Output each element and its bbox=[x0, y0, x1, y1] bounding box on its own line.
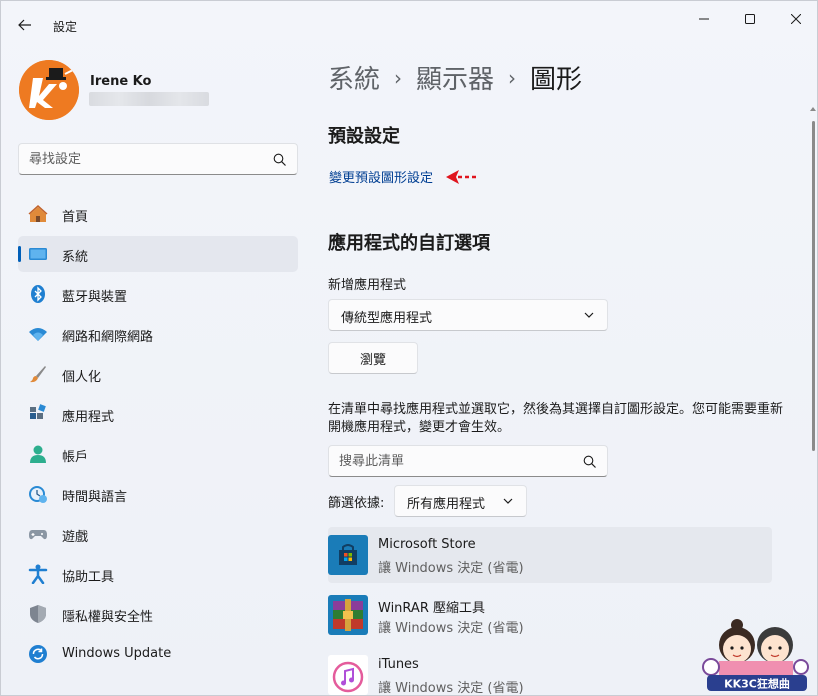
app-graphics-setting: 讓 Windows 決定 (省電) bbox=[378, 681, 524, 696]
brush-icon bbox=[28, 364, 48, 384]
sidebar-item-label: 帳戶 bbox=[62, 450, 89, 465]
bluetooth-icon bbox=[28, 284, 48, 304]
sidebar-item-label: 時間與語言 bbox=[62, 490, 128, 505]
sidebar-item-time-language[interactable]: 時間與語言 bbox=[18, 476, 298, 512]
sidebar-item-gaming[interactable]: 遊戲 bbox=[18, 516, 298, 552]
chevron-down-icon bbox=[584, 312, 594, 318]
scroll-up-icon[interactable] bbox=[809, 105, 817, 113]
default-settings-heading: 預設設定 bbox=[328, 126, 400, 147]
sidebar-item-accessibility[interactable]: 協助工具 bbox=[18, 556, 298, 592]
home-icon bbox=[28, 204, 48, 224]
annotation-arrow-icon bbox=[446, 170, 476, 184]
sidebar-item-accounts[interactable]: 帳戶 bbox=[18, 436, 298, 472]
list-item[interactable]: Microsoft Store 讓 Windows 決定 (省電) bbox=[328, 527, 772, 583]
sidebar-item-personalization[interactable]: 個人化 bbox=[18, 356, 298, 392]
scrollbar-thumb[interactable] bbox=[812, 121, 815, 451]
maximize-icon bbox=[745, 14, 755, 24]
shield-icon bbox=[28, 604, 48, 624]
accessibility-icon bbox=[28, 564, 48, 584]
sidebar-nav: 首頁 系統 藍牙與裝置 網路和網際網路 個人化 應用程式 帳戶 時間與語言 遊戲… bbox=[18, 196, 298, 676]
sidebar-item-label: 協助工具 bbox=[62, 570, 115, 585]
sidebar-item-label: 首頁 bbox=[62, 210, 89, 225]
apps-icon bbox=[28, 404, 48, 424]
filter-label: 篩選依據: bbox=[328, 496, 385, 511]
clock-globe-icon bbox=[28, 484, 48, 504]
itunes-icon bbox=[328, 655, 368, 695]
app-type-dropdown[interactable]: 傳統型應用程式 bbox=[328, 299, 608, 331]
app-name: Microsoft Store bbox=[378, 537, 476, 552]
list-search-box[interactable] bbox=[328, 445, 608, 477]
browse-button[interactable]: 瀏覽 bbox=[328, 342, 418, 374]
sidebar-item-label: 網路和網際網路 bbox=[62, 330, 154, 345]
search-icon bbox=[583, 455, 596, 468]
page-title: 圖形 bbox=[530, 65, 583, 95]
back-arrow-icon bbox=[18, 19, 31, 31]
settings-search-box[interactable] bbox=[18, 143, 298, 175]
filter-dropdown[interactable]: 所有應用程式 bbox=[394, 485, 527, 517]
settings-window: 設定 Irene Ko 尋找設定 首頁 系統 藍牙與裝置 網路和網際網路 個人化… bbox=[0, 0, 818, 696]
change-default-graphics-link[interactable]: 變更預設圖形設定 bbox=[329, 167, 433, 186]
user-profile[interactable]: Irene Ko bbox=[19, 58, 299, 122]
avatar bbox=[19, 60, 79, 120]
sidebar-item-label: Windows Update bbox=[62, 646, 172, 661]
app-name: WinRAR 壓縮工具 bbox=[378, 601, 485, 616]
sidebar-item-label: 藍牙與裝置 bbox=[62, 290, 128, 305]
sidebar-item-label: 遊戲 bbox=[62, 530, 89, 545]
app-type-value: 傳統型應用程式 bbox=[341, 311, 433, 326]
sidebar-item-apps[interactable]: 應用程式 bbox=[18, 396, 298, 432]
system-icon bbox=[28, 244, 48, 264]
minimize-icon bbox=[699, 18, 709, 20]
watermark-logo: KK3C狂想曲 bbox=[702, 619, 809, 691]
sidebar-item-label: 應用程式 bbox=[62, 410, 115, 425]
instructions-text: 在清單中尋找應用程式並選取它，然後為其選擇自訂圖形設定。您可能需要重新開機應用程… bbox=[328, 402, 784, 435]
settings-search-input[interactable] bbox=[29, 150, 269, 168]
breadcrumb-system[interactable]: 系統 bbox=[328, 59, 380, 96]
list-search-input[interactable] bbox=[339, 452, 579, 470]
close-button[interactable] bbox=[773, 1, 817, 37]
sidebar-item-system[interactable]: 系統 bbox=[18, 236, 298, 272]
app-graphics-setting: 讓 Windows 決定 (省電) bbox=[378, 561, 524, 576]
maximize-button[interactable] bbox=[727, 1, 773, 37]
add-app-label: 新增應用程式 bbox=[328, 278, 407, 293]
winrar-icon bbox=[328, 595, 368, 635]
sidebar-item-privacy[interactable]: 隱私權與安全性 bbox=[18, 596, 298, 632]
minimize-button[interactable] bbox=[681, 1, 727, 37]
custom-options-heading: 應用程式的自訂選項 bbox=[328, 233, 490, 254]
app-title: 設定 bbox=[53, 20, 78, 34]
back-button[interactable] bbox=[11, 11, 39, 39]
sidebar-item-windows-update[interactable]: Windows Update bbox=[18, 636, 298, 672]
sidebar-item-label: 隱私權與安全性 bbox=[62, 610, 154, 625]
app-graphics-setting: 讓 Windows 決定 (省電) bbox=[378, 621, 524, 636]
watermark-text: KK3C狂想曲 bbox=[724, 677, 790, 691]
chevron-right-icon: › bbox=[508, 65, 517, 90]
filter-value: 所有應用程式 bbox=[407, 497, 486, 512]
microsoft-store-icon bbox=[328, 535, 368, 575]
breadcrumb: 系統 › 顯示器 › 圖形 bbox=[328, 59, 582, 96]
breadcrumb-display[interactable]: 顯示器 bbox=[416, 59, 494, 96]
app-name: iTunes bbox=[378, 657, 419, 672]
sidebar-item-label: 系統 bbox=[62, 250, 89, 265]
user-email-redacted bbox=[89, 92, 209, 106]
sidebar-item-network[interactable]: 網路和網際網路 bbox=[18, 316, 298, 352]
chevron-down-icon bbox=[503, 498, 513, 504]
sidebar-item-label: 個人化 bbox=[62, 370, 102, 385]
sidebar-item-bluetooth[interactable]: 藍牙與裝置 bbox=[18, 276, 298, 312]
user-name: Irene Ko bbox=[90, 74, 152, 89]
chevron-right-icon: › bbox=[394, 65, 403, 90]
wifi-icon bbox=[28, 324, 48, 344]
account-icon bbox=[28, 444, 48, 464]
sidebar-item-home[interactable]: 首頁 bbox=[18, 196, 298, 232]
active-indicator bbox=[18, 246, 21, 262]
gamepad-icon bbox=[28, 524, 48, 544]
title-bar: 設定 bbox=[1, 1, 817, 49]
close-icon bbox=[791, 14, 801, 24]
search-icon bbox=[273, 153, 286, 166]
update-icon bbox=[28, 644, 48, 664]
